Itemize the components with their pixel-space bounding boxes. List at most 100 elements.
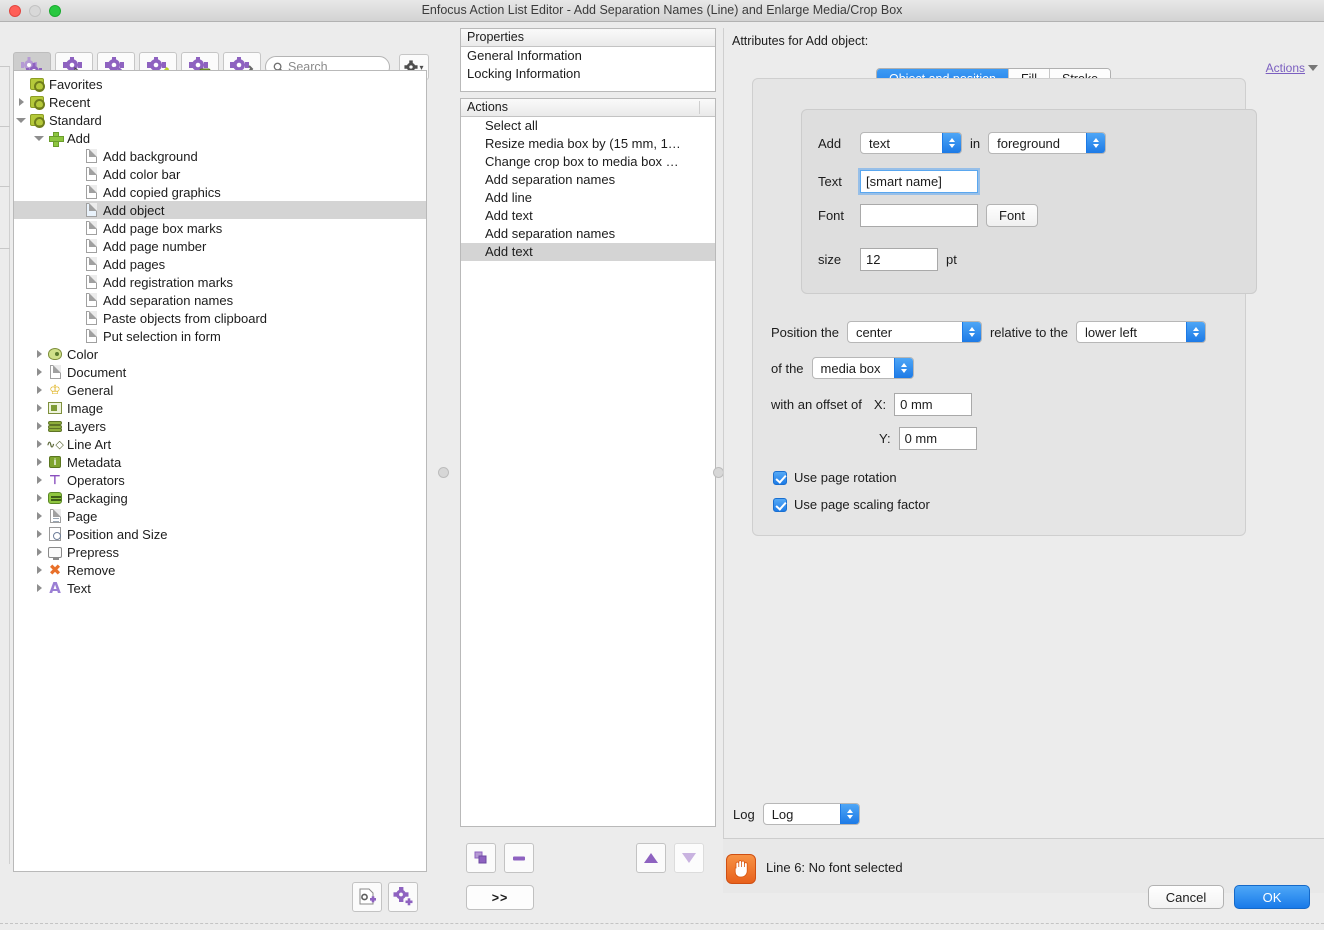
chevron-right-icon[interactable] — [36, 566, 42, 574]
chevron-right-icon[interactable] — [36, 386, 42, 394]
tree-item-position-and-size[interactable]: Position and Size — [14, 525, 426, 543]
checkbox-checked-icon[interactable] — [773, 470, 787, 485]
chevron-right-icon[interactable] — [36, 530, 42, 538]
chevron-right-icon[interactable] — [36, 422, 42, 430]
cancel-button[interactable]: Cancel — [1148, 885, 1224, 909]
tree-item-add-page-box-marks[interactable]: Add page box marks — [14, 219, 426, 237]
tree-item-add[interactable]: Add — [14, 129, 426, 147]
offset-x-input[interactable]: 0 mm — [894, 393, 973, 416]
font-input[interactable] — [860, 204, 978, 227]
tree-item-add-page-number[interactable]: Add page number — [14, 237, 426, 255]
new-action-button[interactable] — [388, 882, 418, 912]
close-button[interactable] — [9, 4, 21, 17]
action-row[interactable]: Resize media box by (15 mm, 1… — [461, 135, 715, 153]
tree-item-label: Document — [67, 364, 127, 380]
tree-item-layers[interactable]: Layers — [14, 417, 426, 435]
use-page-rotation-checkbox[interactable]: Use page rotation — [773, 470, 897, 485]
remove-action-button[interactable] — [504, 843, 534, 873]
chevron-down-icon[interactable] — [34, 135, 44, 141]
tree-item-add-object[interactable]: Add object — [14, 201, 426, 219]
zoom-button[interactable] — [49, 4, 61, 17]
tree-item-favorites[interactable]: Favorites — [14, 75, 426, 93]
tree-item-add-pages[interactable]: Add pages — [14, 255, 426, 273]
checkbox-checked-icon[interactable] — [773, 497, 787, 512]
chevron-right-icon[interactable] — [36, 368, 42, 376]
stepper-arrows-icon[interactable] — [839, 804, 859, 824]
chevron-down-icon[interactable] — [16, 117, 26, 123]
chevron-right-icon[interactable] — [36, 404, 42, 412]
ok-button[interactable]: OK — [1234, 885, 1310, 909]
tree-item-add-background[interactable]: Add background — [14, 147, 426, 165]
move-down-button[interactable] — [674, 843, 704, 873]
chevron-right-icon[interactable] — [18, 98, 24, 106]
traffic-lights[interactable] — [9, 4, 61, 17]
tree-item-operators[interactable]: ⊤ Operators — [14, 471, 426, 489]
chevron-right-icon[interactable] — [36, 584, 42, 592]
tree-item-remove[interactable]: ✖ Remove — [14, 561, 426, 579]
chevron-right-icon[interactable] — [36, 350, 42, 358]
tree-item-line-art[interactable]: ∿◇ Line Art — [14, 435, 426, 453]
tree-item-add-color-bar[interactable]: Add color bar — [14, 165, 426, 183]
offset-y-input[interactable]: 0 mm — [898, 427, 977, 450]
tree-item-color[interactable]: Color — [14, 345, 426, 363]
property-row[interactable]: General Information — [461, 47, 715, 65]
text-input[interactable]: [smart name] — [860, 170, 978, 193]
tree-item-document[interactable]: Document — [14, 363, 426, 381]
tree-item-packaging[interactable]: Packaging — [14, 489, 426, 507]
tree-item-recent[interactable]: Recent — [14, 93, 426, 111]
tree-item-label: Standard — [49, 112, 102, 128]
action-row[interactable]: Change crop box to media box … — [461, 153, 715, 171]
tree-item-paste-objects-from-clipboard[interactable]: Paste objects from clipboard — [14, 309, 426, 327]
stepper-arrows-icon[interactable] — [1086, 133, 1106, 153]
stepper-arrows-icon[interactable] — [893, 358, 913, 378]
action-row[interactable]: Add line — [461, 189, 715, 207]
action-row[interactable]: Add separation names — [461, 225, 715, 243]
add-type-select[interactable]: text — [860, 132, 962, 154]
layer-select[interactable]: foreground — [988, 132, 1107, 154]
tree-item-add-separation-names[interactable]: Add separation names — [14, 291, 426, 309]
tree-item-metadata[interactable]: i Metadata — [14, 453, 426, 471]
tree-item-prepress[interactable]: Prepress — [14, 543, 426, 561]
chevron-right-icon[interactable] — [36, 494, 42, 502]
tree-item-general[interactable]: ♔ General — [14, 381, 426, 399]
new-action-list-button[interactable] — [352, 882, 382, 912]
tree-item-image[interactable]: Image — [14, 399, 426, 417]
offset-x-label: X: — [873, 397, 887, 412]
position-select[interactable]: center — [846, 321, 982, 343]
actions-dropdown-link[interactable]: Actions — [1266, 61, 1318, 75]
size-input[interactable]: 12 — [860, 248, 938, 271]
chevron-right-icon[interactable] — [36, 548, 42, 556]
tree-item-text[interactable]: A Text — [14, 579, 426, 597]
expand-button[interactable]: >> — [466, 885, 534, 910]
minimize-button[interactable] — [29, 4, 41, 17]
relative-select[interactable]: lower left — [1075, 321, 1206, 343]
chevron-right-icon[interactable] — [36, 440, 42, 448]
properties-panel[interactable]: Properties General Information Locking In… — [460, 28, 716, 92]
chevron-right-icon[interactable] — [36, 458, 42, 466]
stepper-arrows-icon[interactable] — [961, 322, 981, 342]
move-up-button[interactable] — [636, 843, 666, 873]
chevron-right-icon[interactable] — [36, 512, 42, 520]
tree-item-standard[interactable]: Standard — [14, 111, 426, 129]
tree-item-add-registration-marks[interactable]: Add registration marks — [14, 273, 426, 291]
use-page-scaling-checkbox[interactable]: Use page scaling factor — [773, 497, 930, 512]
action-row[interactable]: Select all — [461, 117, 715, 135]
chevron-right-icon[interactable] — [36, 476, 42, 484]
action-row[interactable]: Add text — [461, 243, 715, 261]
actions-list-panel[interactable]: Actions Select all Resize media box by (1… — [460, 98, 716, 827]
duplicate-action-button[interactable] — [466, 843, 496, 873]
splitter-handle-left[interactable] — [438, 467, 449, 478]
stepper-arrows-icon[interactable] — [1185, 322, 1205, 342]
page-box-select[interactable]: media box — [811, 357, 914, 379]
property-row[interactable]: Locking Information — [461, 65, 715, 83]
tree-item-page[interactable]: Page — [14, 507, 426, 525]
tree-item-put-selection-in-form[interactable]: Put selection in form — [14, 327, 426, 345]
action-row[interactable]: Add separation names — [461, 171, 715, 189]
font-chooser-button[interactable]: Font — [986, 204, 1039, 227]
action-tree-panel[interactable]: Favorites Recent Standard Add Add background… — [13, 70, 427, 872]
stepper-arrows-icon[interactable] — [942, 133, 961, 153]
action-row[interactable]: Add text — [461, 207, 715, 225]
stop-hand-icon — [726, 854, 756, 884]
tree-item-add-copied-graphics[interactable]: Add copied graphics — [14, 183, 426, 201]
log-select[interactable]: Log — [762, 803, 860, 825]
